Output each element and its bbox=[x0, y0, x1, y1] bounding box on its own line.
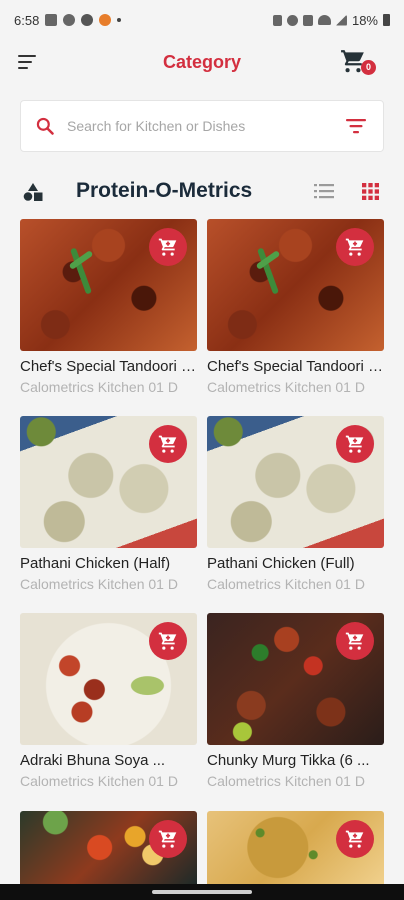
alarm-icon bbox=[286, 14, 298, 26]
product-image bbox=[20, 811, 197, 884]
product-kitchen: Calometrics Kitchen 01 D bbox=[207, 576, 365, 592]
app-notification-icon bbox=[99, 14, 112, 26]
add-to-cart-button[interactable] bbox=[336, 425, 374, 463]
status-bar: 6:58 18% bbox=[0, 0, 404, 40]
search-input[interactable] bbox=[67, 101, 327, 151]
status-left: 6:58 bbox=[14, 12, 122, 28]
product-kitchen: Calometrics Kitchen 01 D bbox=[207, 773, 365, 789]
status-right: 18% bbox=[272, 12, 390, 28]
category-shapes-icon bbox=[23, 183, 43, 201]
product-image bbox=[20, 416, 197, 548]
wifi-icon bbox=[317, 15, 331, 25]
add-to-cart-icon bbox=[345, 632, 364, 650]
add-to-cart-button[interactable] bbox=[336, 820, 374, 858]
grid-view-icon[interactable] bbox=[362, 183, 379, 200]
cart-button[interactable]: 0 bbox=[340, 48, 376, 78]
app-header: Category 0 bbox=[0, 40, 404, 84]
product-card[interactable]: Pathani Chicken (Half) Calometrics Kitch… bbox=[20, 416, 197, 606]
add-to-cart-icon bbox=[345, 238, 364, 256]
list-view-icon[interactable] bbox=[314, 183, 334, 199]
add-to-cart-button[interactable] bbox=[149, 425, 187, 463]
add-to-cart-button[interactable] bbox=[149, 820, 187, 858]
product-image bbox=[20, 613, 197, 745]
product-image bbox=[207, 416, 384, 548]
product-card[interactable] bbox=[20, 811, 197, 884]
product-card[interactable]: Chef's Special Tandoori Chicken Calometr… bbox=[207, 219, 384, 409]
cart-count-badge: 0 bbox=[361, 60, 376, 75]
product-card[interactable]: Pathani Chicken (Full) Calometrics Kitch… bbox=[207, 416, 384, 606]
add-to-cart-icon bbox=[345, 435, 364, 453]
system-nav-bar bbox=[0, 884, 404, 900]
add-to-cart-icon bbox=[158, 435, 177, 453]
filter-icon[interactable] bbox=[345, 117, 367, 135]
whatsapp-notification-icon bbox=[81, 14, 94, 26]
signal-icon bbox=[335, 14, 347, 26]
product-name: Chunky Murg Tikka (6 ... bbox=[207, 752, 370, 769]
add-to-cart-button[interactable] bbox=[149, 622, 187, 660]
search-bar bbox=[20, 100, 384, 152]
product-name: Chef's Special Tandoori Chicken bbox=[207, 358, 384, 375]
add-to-cart-button[interactable] bbox=[149, 228, 187, 266]
battery-icon bbox=[383, 14, 390, 26]
product-kitchen: Calometrics Kitchen 01 D bbox=[20, 773, 178, 789]
product-card[interactable] bbox=[207, 811, 384, 884]
message-notification-icon bbox=[63, 14, 76, 26]
product-name: Adraki Bhuna Soya ... bbox=[20, 752, 166, 769]
gallery-notification-icon bbox=[45, 14, 58, 26]
battery-level: 18% bbox=[351, 12, 378, 28]
product-image bbox=[207, 613, 384, 745]
product-name: Pathani Chicken (Full) bbox=[207, 555, 355, 572]
section-header: Protein-O-Metrics bbox=[0, 170, 404, 214]
add-to-cart-icon bbox=[158, 830, 177, 848]
add-to-cart-icon bbox=[158, 632, 177, 650]
product-image bbox=[20, 219, 197, 351]
product-kitchen: Calometrics Kitchen 01 D bbox=[20, 576, 178, 592]
product-card[interactable]: Chunky Murg Tikka (6 ... Calometrics Kit… bbox=[207, 613, 384, 803]
add-to-cart-button[interactable] bbox=[336, 622, 374, 660]
add-to-cart-icon bbox=[158, 238, 177, 256]
home-gesture-handle[interactable] bbox=[152, 890, 252, 894]
product-kitchen: Calometrics Kitchen 01 D bbox=[20, 379, 178, 395]
status-time: 6:58 bbox=[14, 12, 40, 28]
product-name: Chef's Special Tandoori Chicken bbox=[20, 358, 197, 375]
product-card[interactable]: Chef's Special Tandoori Chicken Calometr… bbox=[20, 219, 197, 409]
mute-icon bbox=[302, 14, 313, 26]
add-to-cart-button[interactable] bbox=[336, 228, 374, 266]
lock-icon bbox=[272, 14, 282, 26]
product-image bbox=[207, 811, 384, 884]
section-title: Protein-O-Metrics bbox=[76, 179, 253, 202]
add-to-cart-icon bbox=[345, 830, 364, 848]
product-name: Pathani Chicken (Half) bbox=[20, 555, 171, 572]
product-card[interactable]: Adraki Bhuna Soya ... Calometrics Kitche… bbox=[20, 613, 197, 803]
product-image bbox=[207, 219, 384, 351]
search-icon bbox=[36, 117, 54, 135]
more-notifications-icon bbox=[117, 18, 122, 22]
product-kitchen: Calometrics Kitchen 01 D bbox=[207, 379, 365, 395]
